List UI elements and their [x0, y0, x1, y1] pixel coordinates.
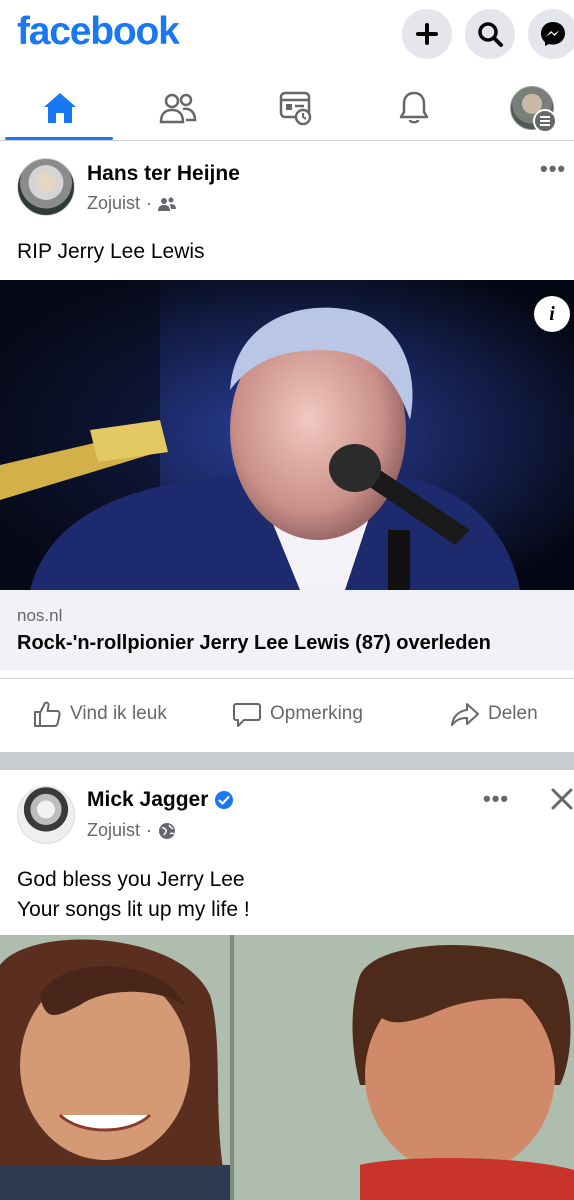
post-text: God bless you Jerry Lee Your songs lit u…: [17, 865, 250, 925]
messenger-button[interactable]: [528, 9, 574, 59]
post-hans: Hans ter Heijne Zojuist · ••• RIP Jerry …: [0, 142, 574, 752]
friends-icon: [159, 93, 196, 124]
share-icon: [451, 703, 479, 726]
post-actions: Vind ik leuk Opmerking Delen: [0, 678, 574, 749]
navigation-tabs: [0, 78, 574, 141]
post-meta: Zojuist ·: [87, 820, 176, 841]
author-avatar[interactable]: [17, 786, 75, 844]
bell-icon: [399, 91, 428, 124]
search-icon: [478, 22, 503, 47]
like-label: Vind ik leuk: [70, 703, 167, 724]
author-name[interactable]: Hans ter Heijne: [87, 162, 240, 186]
share-label: Delen: [488, 703, 538, 724]
messenger-icon: [541, 22, 565, 46]
post-text: RIP Jerry Lee Lewis: [17, 240, 205, 263]
friends-icon: [158, 197, 177, 211]
jerry-lee-lewis-photo: [0, 280, 574, 590]
jagger-and-lewis-photo: [0, 935, 574, 1200]
home-icon: [43, 93, 76, 123]
tab-friends[interactable]: [120, 78, 235, 138]
thumbs-up-icon: [34, 701, 61, 727]
comment-label: Opmerking: [270, 703, 363, 724]
link-title: Rock-'n-rollpionier Jerry Lee Lewis (87)…: [17, 632, 491, 654]
feed-separator: [0, 752, 574, 770]
more-options-icon[interactable]: •••: [483, 786, 509, 812]
post-time[interactable]: Zojuist: [87, 820, 140, 841]
comment-button[interactable]: Opmerking: [232, 679, 363, 749]
link-image[interactable]: i: [0, 280, 574, 590]
author-name-row: Mick Jagger: [87, 788, 234, 812]
info-icon: i: [549, 302, 555, 325]
plus-icon: [416, 23, 438, 45]
post-text-line-2: Your songs lit up my life !: [17, 898, 250, 921]
feeds-icon: [279, 91, 311, 126]
verified-badge-icon: [215, 791, 234, 809]
comment-icon: [233, 703, 261, 727]
active-tab-indicator: [5, 137, 113, 140]
tab-feeds[interactable]: [238, 78, 353, 138]
meta-dot: ·: [146, 820, 153, 840]
author-avatar[interactable]: [17, 158, 75, 216]
close-icon[interactable]: [551, 788, 573, 810]
top-bar: facebook: [0, 0, 574, 72]
profile-avatar: [509, 86, 557, 133]
globe-icon: [159, 822, 176, 839]
meta-dot: ·: [146, 193, 153, 213]
post-text-line-1: God bless you Jerry Lee: [17, 868, 245, 891]
post-mick: Mick Jagger Zojuist · ••• God bless you …: [0, 770, 574, 1200]
author-name[interactable]: Mick Jagger: [87, 788, 208, 812]
menu-icon: [532, 109, 557, 133]
post-meta: Zojuist ·: [87, 193, 177, 214]
facebook-logo[interactable]: facebook: [17, 10, 180, 54]
tab-notifications[interactable]: [356, 78, 471, 138]
create-button[interactable]: [402, 9, 452, 59]
tab-profile[interactable]: [474, 78, 574, 138]
link-preview[interactable]: nos.nl Rock-'n-rollpionier Jerry Lee Lew…: [0, 590, 574, 670]
search-button[interactable]: [465, 9, 515, 59]
like-button[interactable]: Vind ik leuk: [32, 679, 167, 749]
post-photo[interactable]: [0, 935, 574, 1200]
share-button[interactable]: Delen: [450, 679, 538, 749]
tab-home[interactable]: [2, 78, 117, 138]
info-button[interactable]: i: [534, 296, 570, 332]
post-time[interactable]: Zojuist: [87, 193, 140, 214]
link-domain: nos.nl: [17, 606, 63, 625]
more-options-icon[interactable]: •••: [540, 156, 566, 182]
